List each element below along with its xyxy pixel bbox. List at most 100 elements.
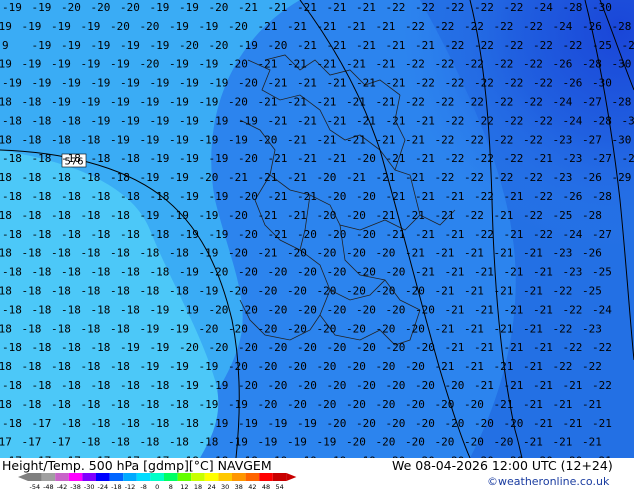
temp-label: -18 <box>0 133 12 146</box>
temp-label: -25 <box>553 209 573 222</box>
temp-label: -18 <box>61 341 81 354</box>
temp-label: -20 <box>494 436 514 449</box>
temp-label: -20 <box>238 266 258 279</box>
temp-label: -21 <box>582 398 602 411</box>
temp-label: -18 <box>169 436 189 449</box>
temp-label: -20 <box>209 266 229 279</box>
temp-label: -22 <box>474 152 494 165</box>
temp-label: -20 <box>268 303 288 316</box>
temp-label: -19 <box>238 114 258 127</box>
temp-label: -18 <box>61 152 81 165</box>
weather-map: 576 -19 -19 -20 -20 -20 -19 -19 -20 -21 -21 -21 -21… <box>0 0 634 458</box>
temp-label: -18 <box>2 303 22 316</box>
temp-label: -23 <box>553 171 573 184</box>
temp-label: -18 <box>110 436 130 449</box>
temp-label: -18 <box>22 171 42 184</box>
temp-label: -26 <box>582 20 602 33</box>
temp-label: -19 <box>2 77 22 90</box>
temp-label: -20 <box>297 266 317 279</box>
temp-label: -22 <box>494 96 514 109</box>
temp-label: -18 <box>169 247 189 260</box>
temp-label: -21 <box>268 190 288 203</box>
temp-label: -17 <box>32 417 52 430</box>
temp-label: -20 <box>238 190 258 203</box>
temp-label: -19 <box>32 77 52 90</box>
temp-label: -21 <box>563 417 583 430</box>
temp-label: -22 <box>523 58 543 71</box>
temp-label: -20 <box>415 417 435 430</box>
temp-label: -28 <box>582 209 602 222</box>
temp-label: -21 <box>317 133 337 146</box>
temp-label: -20 <box>317 247 337 260</box>
temp-label: -19 <box>2 1 22 14</box>
temp-label: -22 <box>445 39 465 52</box>
temp-label: -20 <box>405 285 425 298</box>
colorbar-swatch <box>28 473 42 481</box>
temp-label: -18 <box>32 114 52 127</box>
temp-label: -20 <box>199 322 219 335</box>
temp-label: -21 <box>386 228 406 241</box>
temp-label: -20 <box>405 436 425 449</box>
temp-label: -18 <box>150 266 170 279</box>
temp-label: -20 <box>346 209 366 222</box>
temp-label: -18 <box>81 133 101 146</box>
temp-label: -26 <box>563 77 583 90</box>
temp-label: -22 <box>474 114 494 127</box>
temp-label: -21 <box>258 96 278 109</box>
temp-label: -20 <box>258 322 278 335</box>
temp-label: -19 <box>150 77 170 90</box>
temp-label: -21 <box>553 436 573 449</box>
credit-link[interactable]: ©weatheronline.co.uk <box>487 475 609 488</box>
temp-label: -22 <box>474 39 494 52</box>
temp-label: -17 <box>0 436 12 449</box>
temp-label: -20 <box>238 228 258 241</box>
temp-label: -20 <box>327 417 347 430</box>
temp-label: -18 <box>120 417 140 430</box>
temp-label: -22 <box>553 322 573 335</box>
temp-label: -21 <box>464 247 484 260</box>
temp-label: -20 <box>120 1 140 14</box>
colorbar-swatch <box>204 473 219 481</box>
temp-label: -21 <box>563 379 583 392</box>
temp-label: -21 <box>376 20 396 33</box>
temp-label: -18 <box>120 152 140 165</box>
temp-label: -20 <box>297 303 317 316</box>
temp-label: -27 <box>582 96 602 109</box>
temp-label: -20 <box>376 247 396 260</box>
temp-label: -21 <box>258 247 278 260</box>
temp-label: -22 <box>445 77 465 90</box>
colorbar-swatch <box>68 473 83 481</box>
temp-label: -21 <box>494 247 514 260</box>
temp-label: -22 <box>533 39 553 52</box>
temp-label: -18 <box>32 379 52 392</box>
temp-label: -22 <box>415 1 435 14</box>
temp-label: -22 <box>504 1 524 14</box>
temp-label: -28 <box>612 96 632 109</box>
temp-label: -19 <box>150 1 170 14</box>
temp-label: -18 <box>0 247 12 260</box>
temp-label: -28 <box>592 114 612 127</box>
temp-label: -18 <box>110 209 130 222</box>
temp-label: -19 <box>199 398 219 411</box>
temp-label: -19 <box>238 39 258 52</box>
temp-label: -19 <box>0 58 12 71</box>
temp-label: -19 <box>169 96 189 109</box>
temp-label: -21 <box>415 190 435 203</box>
temp-label: -20 <box>287 285 307 298</box>
temp-label: -19 <box>179 303 199 316</box>
temp-label: -21 <box>228 171 248 184</box>
temp-label: -18 <box>51 171 71 184</box>
temp-label: -22 <box>494 58 514 71</box>
temp-label: -18 <box>110 360 130 373</box>
temp-label: -19 <box>199 96 219 109</box>
temp-label: -22 <box>405 96 425 109</box>
temp-label: -26 <box>582 247 602 260</box>
temp-label: -20 <box>258 360 278 373</box>
temp-label: -18 <box>110 247 130 260</box>
temp-label: -24 <box>553 96 573 109</box>
temp-label: -21 <box>297 190 317 203</box>
temp-label: -20 <box>386 417 406 430</box>
temp-label: -18 <box>0 96 12 109</box>
temp-label: -19 <box>228 133 248 146</box>
temp-label: -19 <box>317 436 337 449</box>
